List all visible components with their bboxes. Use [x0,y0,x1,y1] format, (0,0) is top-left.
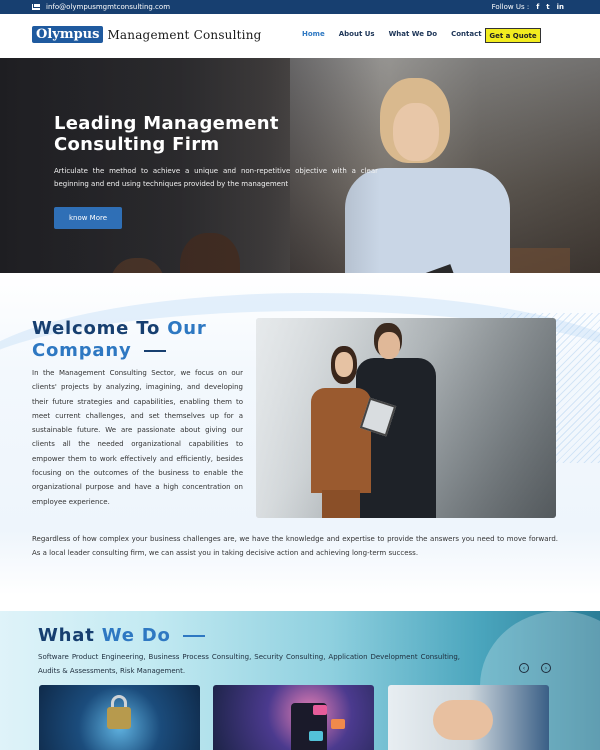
business-people-photo [256,318,556,518]
hero-banner: Leading Management Consulting Firm Artic… [0,58,600,273]
know-more-button[interactable]: know More [54,207,122,229]
email-link[interactable]: info@olympusmgmtconsulting.com [46,3,170,11]
ui-chip [331,719,345,729]
nav-about-us[interactable]: About Us [339,30,375,38]
title-dash [182,635,205,637]
welcome-title-part3: Company [32,340,132,361]
contact-info: info@olympusmgmtconsulting.com [32,3,170,11]
title-dash [143,350,166,352]
service-card-app-development[interactable] [213,685,374,750]
chevron-right-icon[interactable]: › [541,663,551,673]
linkedin-icon[interactable]: in [557,3,564,11]
what-we-do-text: Software Product Engineering, Business P… [38,653,460,675]
photo-woman-legs [322,490,360,518]
chevron-left-icon[interactable]: ‹ [519,663,529,673]
welcome-paragraph: In the Management Consulting Sector, we … [32,369,243,506]
main-nav: Home About Us What We Do Contact [302,30,482,38]
nav-what-we-do[interactable]: What We Do [389,30,438,38]
site-header: Olympus Management Consulting Home About… [0,14,600,58]
photo-woman-face [335,352,353,377]
welcome-title-part2: Our [167,318,207,339]
what-we-do-title-part2: We Do [101,625,171,646]
what-we-do-title-part1: What [38,625,102,646]
hero-title: Leading Management Consulting Firm [54,113,279,155]
photo-man-face [378,332,400,359]
mail-icon [32,4,40,10]
what-we-do-title: What We Do [38,625,205,646]
what-we-do-section: What We Do Software Product Engineering,… [0,611,600,750]
get-quote-button[interactable]: Get a Quote [485,28,541,43]
welcome-title-part1: Welcome To [32,318,168,339]
service-card-consulting[interactable] [388,685,549,750]
padlock-icon [107,707,131,729]
welcome-title: Welcome To Our Company [32,318,232,362]
logo-secondary: Management Consulting [107,27,262,42]
photo-hands [433,700,493,740]
nav-home[interactable]: Home [302,30,325,38]
photo-woman-body [311,388,371,493]
social-links: Follow Us : f t in [492,3,564,11]
ui-chip [313,705,327,715]
welcome-section: Welcome To Our Company In the Management… [0,273,600,595]
logo-primary: Olympus [32,26,104,43]
twitter-icon[interactable]: t [546,3,549,11]
follow-label: Follow Us : [491,3,530,11]
nav-contact[interactable]: Contact [451,30,482,38]
facebook-icon[interactable]: f [536,3,539,11]
top-bar: info@olympusmgmtconsulting.com Follow Us… [0,0,600,14]
welcome-bottom-text: Regardless of how complex your business … [32,535,558,557]
logo[interactable]: Olympus Management Consulting [32,26,262,43]
hero-text: Articulate the method to achieve a uniqu… [54,167,378,188]
service-card-security[interactable] [39,685,200,750]
ui-chip [309,731,323,741]
hero-woman-face [393,103,439,161]
